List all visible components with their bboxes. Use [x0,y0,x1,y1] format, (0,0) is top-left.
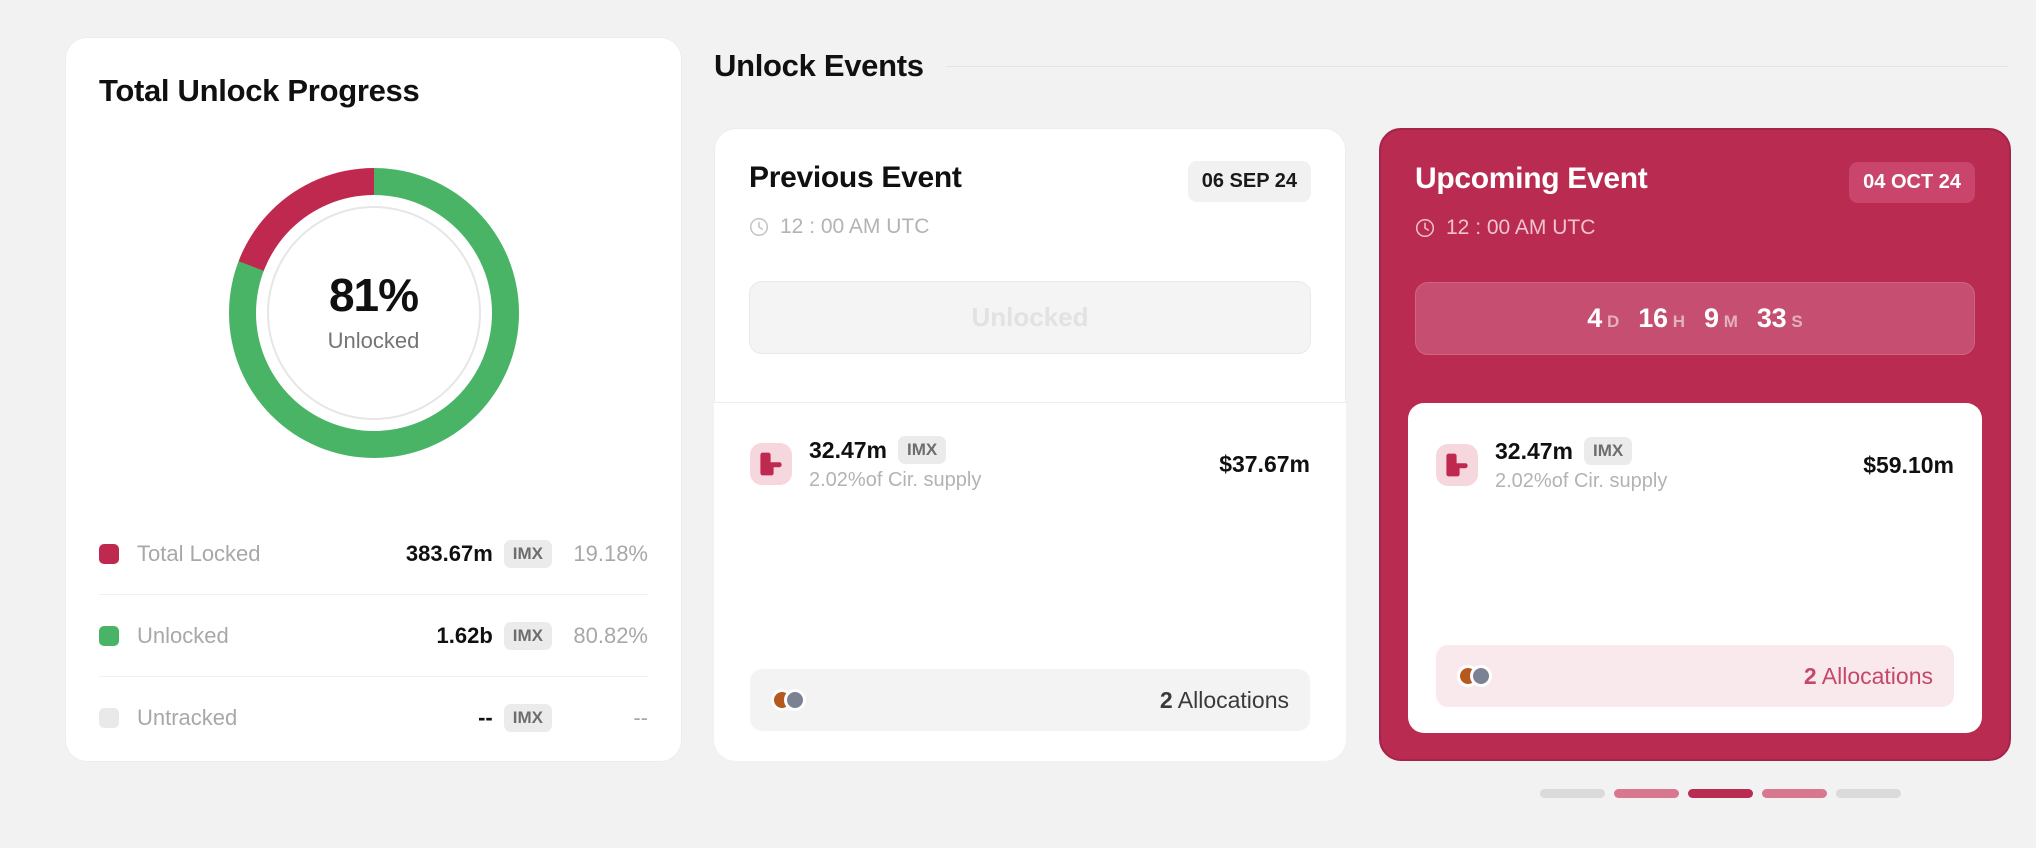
pagination-bar[interactable] [1762,789,1827,798]
legend-amount-untracked: -- [478,705,493,730]
countdown-hours: 16 [1638,303,1668,333]
previous-event-title: Previous Event [749,161,962,194]
upcoming-event-token-row: 32.47m IMX 2.02%of Cir. supply $59.10m [1436,437,1954,493]
legend-row-untracked[interactable]: Untracked -- IMX -- [99,677,648,759]
previous-event-allocations-count: 2 [1159,686,1173,713]
clock-icon [1415,218,1435,238]
previous-event-status-label: Unlocked [971,302,1089,332]
clock-icon [749,217,769,237]
legend-symbol-untracked: IMX [503,704,552,732]
total-unlock-progress-card: Total Unlock Progress 81% Unlocked Total… [65,37,682,762]
donut-center-labels: 81% Unlocked [229,168,519,458]
unlock-events-header: Unlock Events [714,48,2008,84]
countdown-minutes-unit: M [1723,312,1738,331]
legend-row-total-locked[interactable]: Total Locked 383.67m IMX 19.18% [99,513,648,595]
pagination-bar[interactable] [1614,789,1679,798]
previous-event-usd-value: $37.67m [1219,450,1310,477]
legend-percent-untracked: -- [633,705,648,730]
upcoming-event-token-panel: 32.47m IMX 2.02%of Cir. supply $59.10m 2… [1408,403,1982,733]
imx-logo-glyph [760,452,782,476]
section-title: Unlock Events [714,48,924,83]
previous-event-token-symbol: IMX [898,436,947,464]
pagination-bar-active[interactable] [1688,789,1753,798]
upcoming-event-date-badge: 04 OCT 24 [1849,162,1975,203]
legend-swatch-unlocked [99,625,119,646]
legend-label-total-locked: Total Locked [137,540,261,566]
upcoming-event-time: 12 : 00 AM UTC [1415,216,1975,240]
previous-event-header: Previous Event 06 SEP 24 12 : 00 AM UTC [749,161,1311,239]
donut-percent-caption: Unlocked [327,328,420,353]
avatar [1470,665,1492,687]
previous-event-token-row: 32.47m IMX 2.02%of Cir. supply $37.67m [750,436,1310,492]
progress-legend: Total Locked 383.67m IMX 19.18% Unlocked… [99,513,648,759]
previous-event-time-text: 12 : 00 AM UTC [780,215,930,238]
previous-event-token-texts: 32.47m IMX 2.02%of Cir. supply [809,436,1219,492]
upcoming-event-title: Upcoming Event [1415,162,1648,195]
imx-token-icon [750,443,792,485]
previous-event-allocations-label: Allocations [1177,686,1289,713]
legend-amount-unlocked: 1.62b [436,622,493,648]
countdown-seconds: 33 [1756,303,1787,333]
upcoming-event-token-symbol: IMX [1584,437,1633,465]
upcoming-event-allocations-label: Allocations [1821,662,1933,689]
carousel-pagination [1540,789,1901,798]
upcoming-event-allocations-count: 2 [1803,662,1817,689]
upcoming-event-allocations-text: 2 Allocations [1804,663,1933,690]
previous-event-allocations-bar[interactable]: 2 Allocations [750,669,1310,731]
legend-row-unlocked[interactable]: Unlocked 1.62b IMX 80.82% [99,595,648,677]
legend-symbol-total-locked: IMX [503,539,552,568]
pagination-bar[interactable] [1836,789,1901,798]
previous-event-supply-note: 2.02%of Cir. supply [809,469,982,491]
upcoming-event-supply-note: 2.02%of Cir. supply [1495,470,1668,492]
previous-event-token-panel: 32.47m IMX 2.02%of Cir. supply $37.67m 2… [714,402,1346,761]
header-divider [945,65,2008,67]
legend-percent-unlocked: 80.82% [573,622,648,648]
previous-event-status-button: Unlocked [749,281,1311,354]
unlock-dashboard: Total Unlock Progress 81% Unlocked Total… [0,0,2036,848]
upcoming-event-time-text: 12 : 00 AM UTC [1446,216,1596,239]
imx-token-icon [1436,444,1478,486]
legend-swatch-untracked [99,708,119,728]
allocation-avatars [771,689,1160,711]
previous-event-token-amount: 32.47m [809,436,888,463]
legend-amount-total-locked: 383.67m [405,540,493,566]
countdown-hours-unit: H [1672,312,1686,331]
avatar [784,689,806,711]
legend-label-untracked: Untracked [137,705,238,730]
previous-event-date-badge: 06 SEP 24 [1187,161,1311,202]
previous-event-allocations-text: 2 Allocations [1160,687,1289,714]
countdown-days-unit: D [1607,312,1620,331]
countdown-timer: 4 D 16 H 9 M 33 S [1587,303,1802,334]
legend-swatch-total-locked [99,543,119,564]
allocation-avatars [1457,665,1804,687]
donut-percent-value: 81% [328,269,419,321]
unlock-progress-donut-chart: 81% Unlocked [228,168,519,458]
upcoming-event-header: Upcoming Event 04 OCT 24 12 : 00 AM UTC [1415,162,1975,240]
upcoming-event-allocations-bar[interactable]: 2 Allocations [1436,645,1954,707]
previous-event-time: 12 : 00 AM UTC [749,215,1311,239]
page-title: Total Unlock Progress [99,73,420,108]
countdown-days: 4 [1587,303,1603,333]
imx-logo-glyph [1446,453,1468,477]
pagination-bar[interactable] [1540,789,1605,798]
upcoming-event-card[interactable]: Upcoming Event 04 OCT 24 12 : 00 AM UTC … [1379,128,2011,761]
countdown-minutes: 9 [1704,303,1719,333]
upcoming-event-token-texts: 32.47m IMX 2.02%of Cir. supply [1495,437,1863,493]
previous-event-card[interactable]: Previous Event 06 SEP 24 12 : 00 AM UTC … [714,128,1346,761]
countdown-seconds-unit: S [1791,312,1803,331]
upcoming-event-countdown: 4 D 16 H 9 M 33 S [1415,282,1975,355]
upcoming-event-usd-value: $59.10m [1863,451,1954,478]
upcoming-event-token-amount: 32.47m [1495,437,1574,464]
legend-symbol-unlocked: IMX [503,621,552,650]
legend-label-unlocked: Unlocked [137,622,229,648]
legend-percent-total-locked: 19.18% [573,540,648,566]
